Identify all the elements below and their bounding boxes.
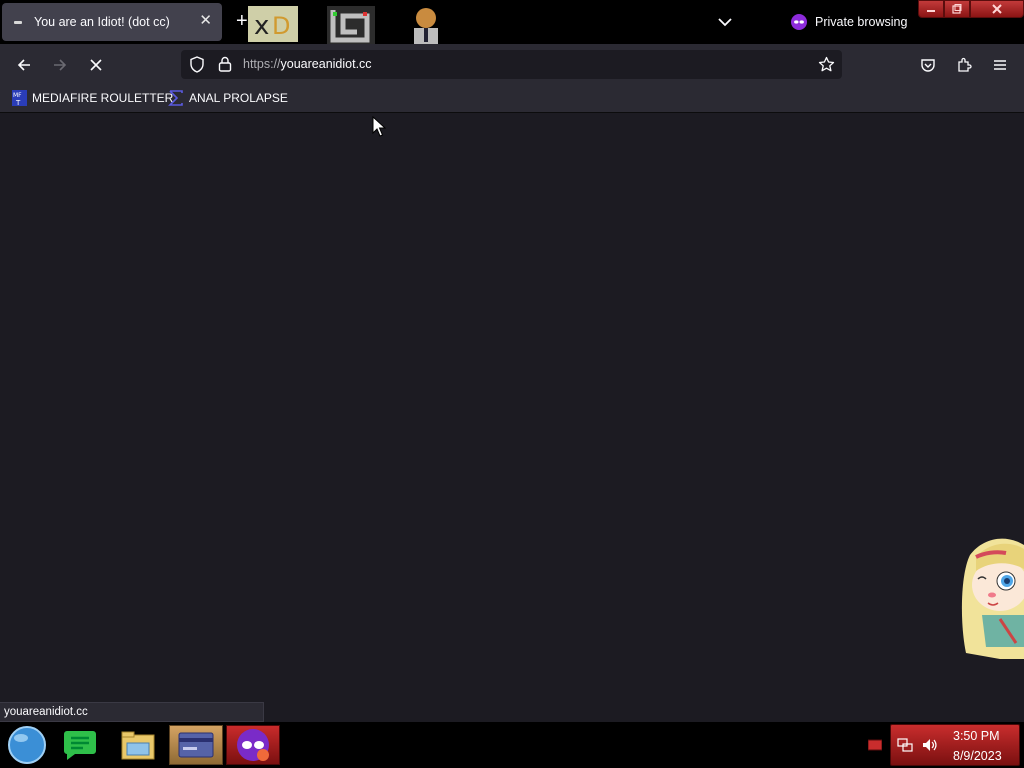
- url-text: https://youareanidiot.cc: [243, 57, 372, 71]
- taskbar-item-card[interactable]: [169, 725, 223, 765]
- hamburger-menu-icon: [994, 60, 1006, 70]
- puzzle-piece-icon: [958, 57, 972, 72]
- mouse-cursor-icon: [372, 116, 386, 137]
- tab-close-icon[interactable]: ✕: [199, 13, 212, 29]
- app-menu-button[interactable]: [991, 56, 1009, 74]
- url-scheme: https://: [243, 57, 281, 71]
- desktop-image-person-icon: [414, 8, 438, 46]
- bookmark-item-mediafire[interactable]: MF T MEDIAFIRE ROULETTER: [12, 90, 173, 106]
- svg-text:MF: MF: [13, 92, 22, 99]
- card-icon: [178, 732, 214, 758]
- extensions-button[interactable]: [955, 56, 973, 74]
- notification-flag-icon[interactable]: [868, 739, 882, 751]
- svg-text:D: D: [272, 12, 290, 40]
- globe-icon: [8, 726, 46, 764]
- tab-favicon-icon: [14, 20, 22, 24]
- pocket-icon: [921, 59, 935, 72]
- private-browsing-indicator: Private browsing: [791, 14, 907, 30]
- lock-icon[interactable]: [218, 56, 232, 72]
- folder-icon: [121, 731, 155, 760]
- status-panel: youareanidiot.cc: [0, 702, 264, 722]
- address-bar[interactable]: https://youareanidiot.cc: [181, 50, 842, 79]
- svg-text:T: T: [15, 99, 21, 106]
- screen: You are an Idiot! (dot cc) ✕ + x D Priva…: [0, 0, 1024, 768]
- stop-loading-button[interactable]: [87, 56, 105, 74]
- restore-icon: [952, 4, 962, 14]
- taskbar-item-private-browser[interactable]: [226, 725, 280, 765]
- status-url-text: youareanidiot.cc: [4, 706, 88, 718]
- tab-bar: You are an Idiot! (dot cc) ✕ + x D Priva…: [0, 0, 1024, 46]
- chat-icon: [64, 731, 96, 760]
- new-tab-button[interactable]: +: [236, 11, 248, 31]
- back-button[interactable]: [15, 56, 33, 74]
- sigma-icon: [168, 90, 183, 106]
- tab-active[interactable]: You are an Idiot! (dot cc) ✕: [2, 3, 222, 41]
- taskbar-item-file-explorer[interactable]: [111, 725, 165, 765]
- stop-x-icon: [90, 59, 102, 71]
- minimize-icon: [927, 10, 935, 12]
- taskbar-item-chat[interactable]: [53, 725, 107, 765]
- back-arrow-icon: [17, 59, 30, 71]
- navigation-toolbar: https://youareanidiot.cc: [0, 44, 1024, 85]
- cartoon-girl-sticker-icon: [961, 538, 1024, 659]
- window-controls: [918, 0, 1024, 18]
- list-all-tabs-chevron-down-icon[interactable]: [716, 14, 734, 30]
- close-window-button[interactable]: [970, 0, 1024, 18]
- start-button[interactable]: [0, 725, 54, 765]
- private-browsing-label: Private browsing: [815, 15, 908, 29]
- bookmark-item-sigma[interactable]: ANAL PROLAPSE: [168, 90, 288, 106]
- bookmark-label: ANAL PROLAPSE: [189, 91, 288, 105]
- private-browser-icon: [237, 729, 269, 761]
- close-icon: [992, 4, 1002, 14]
- bookmark-label: MEDIAFIRE ROULETTER: [32, 91, 174, 105]
- bookmark-star-icon[interactable]: [818, 56, 835, 73]
- tab-title: You are an Idiot! (dot cc): [34, 15, 170, 29]
- clock-date[interactable]: 8/9/2023: [953, 749, 1002, 763]
- forward-arrow-icon: [54, 59, 67, 71]
- svg-text:x: x: [254, 11, 269, 41]
- system-tray: 3:50 PM 8/9/2023: [890, 724, 1020, 766]
- desktop-image-maze-icon: [327, 6, 375, 44]
- mediafire-icon: MF T: [12, 90, 27, 106]
- volume-speaker-icon[interactable]: [921, 737, 939, 753]
- forward-button[interactable]: [51, 56, 69, 74]
- maximize-button[interactable]: [944, 0, 970, 18]
- os-taskbar: 3:50 PM 8/9/2023: [0, 722, 1024, 768]
- minimize-button[interactable]: [918, 0, 944, 18]
- clock-time[interactable]: 3:50 PM: [953, 729, 1000, 743]
- tracking-protection-shield-icon[interactable]: [189, 56, 205, 73]
- url-host: youareanidiot.cc: [280, 57, 372, 71]
- private-mask-icon: [791, 14, 807, 30]
- page-content-area[interactable]: [0, 113, 1024, 721]
- bookmarks-toolbar: MF T MEDIAFIRE ROULETTER ANAL PROLAPSE: [0, 85, 1024, 113]
- network-icon[interactable]: [897, 737, 913, 753]
- pocket-button[interactable]: [919, 56, 937, 74]
- desktop-image-xd-icon: x D: [248, 6, 298, 42]
